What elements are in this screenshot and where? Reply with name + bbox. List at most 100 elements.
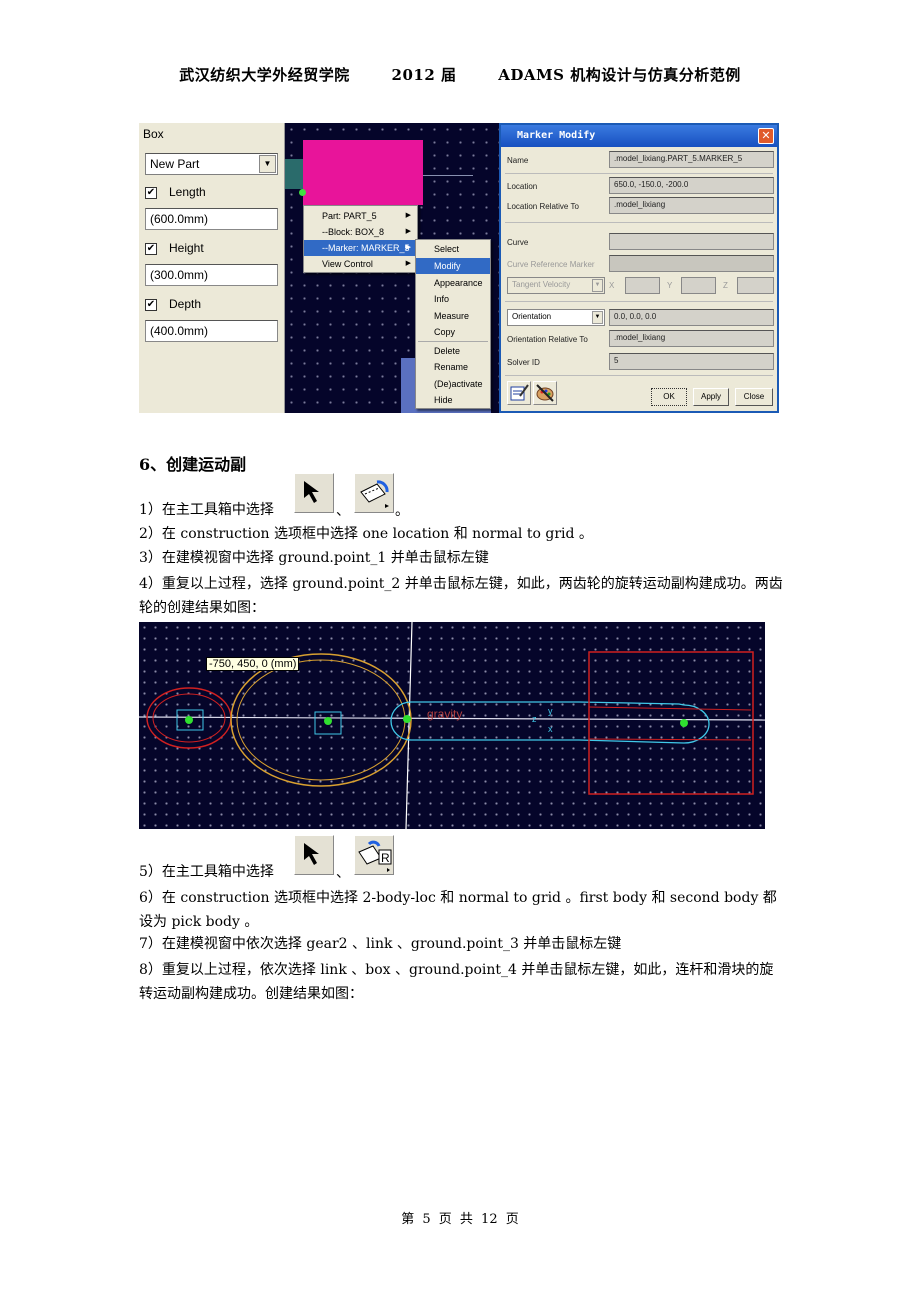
divider	[505, 173, 773, 174]
curve-reference-field	[609, 255, 774, 272]
box-panel: Box New Part ▼ ✔ Length (600.0mm) ✔ Heig…	[139, 123, 285, 413]
table-editor-icon[interactable]	[507, 381, 531, 405]
name-field[interactable]: .model_lixiang.PART_5.MARKER_5	[609, 151, 774, 168]
context-submenu: Select Modify Appearance Info Measure Co…	[415, 239, 491, 409]
revolute-joint-button[interactable]	[354, 473, 394, 513]
chevron-right-icon: ▶	[405, 260, 411, 267]
submenu-delete[interactable]: Delete	[416, 343, 490, 359]
arrow-cursor-icon	[304, 843, 319, 865]
step-4: 4）重复以上过程，选择 ground.point_2 并单击鼠标左键，如此，两齿…	[139, 576, 783, 616]
link-marker-2	[680, 719, 688, 727]
pink-box-part[interactable]	[303, 140, 423, 205]
z-label: Z	[723, 281, 728, 290]
part-dropdown-value: New Part	[150, 157, 200, 171]
depth-checkbox[interactable]: ✔	[145, 299, 157, 311]
slider-box-edge	[588, 706, 752, 711]
select-tool-button-2[interactable]	[294, 835, 334, 875]
revolute-joint-2body-button[interactable]: R	[354, 835, 394, 875]
step-1: 1）在主工具箱中选择	[139, 500, 783, 520]
chevron-right-icon: ▶	[405, 212, 411, 219]
panel-title: Box	[143, 127, 164, 141]
screenshot-gear-joints: gravity y z x -750, 450, 0 (mm)	[139, 622, 765, 829]
step-5: 5）在主工具箱中选择	[139, 862, 783, 882]
menu-item-part[interactable]: Part: PART_5 ▶	[304, 208, 417, 224]
height-field[interactable]: (300.0mm)	[145, 264, 278, 286]
length-checkbox[interactable]: ✔	[145, 187, 157, 199]
section-heading: 6、创建运动副	[139, 455, 247, 474]
solver-id-field[interactable]: 5	[609, 353, 774, 370]
apply-button[interactable]: Apply	[693, 388, 729, 406]
link-marker-1	[403, 715, 411, 723]
orientation-relative-label: Orientation Relative To	[507, 335, 588, 344]
x-field	[625, 277, 660, 294]
chevron-down-icon[interactable]: ▼	[259, 155, 276, 173]
gear2	[230, 653, 412, 787]
location-label: Location	[507, 182, 538, 191]
dialog-title: Marker Modify	[517, 130, 596, 141]
chevron-down-icon: ▼	[592, 279, 603, 292]
curve-field[interactable]	[609, 233, 774, 250]
step-5-text: 5）在主工具箱中选择	[139, 864, 274, 880]
axis-label-x: x	[548, 724, 553, 734]
submenu-appearance[interactable]: Appearance	[416, 275, 490, 291]
submenu-measure[interactable]: Measure	[416, 308, 490, 324]
page-footer: 第 5 页 共 12 页	[401, 1212, 519, 1227]
marker-dot[interactable]	[299, 189, 306, 196]
curve-reference-label: Curve Reference Marker	[507, 260, 595, 269]
page-header: 武汉纺织大学外经贸学院 2012 届 ADAMS 机构设计与仿真分析范例	[0, 64, 920, 85]
depth-label: Depth	[169, 297, 202, 311]
y-label: Y	[667, 281, 673, 290]
close-icon[interactable]: ✕	[758, 128, 774, 144]
step-3: 3）在建模视窗中选择 ground.point_1 并单击鼠标左键	[139, 550, 489, 566]
menu-item-block[interactable]: --Block: BOX_8 ▶	[304, 224, 417, 240]
tangent-velocity-select: Tangent Velocity ▼	[507, 277, 605, 294]
revolute-joint-2body-icon: R	[358, 840, 392, 872]
gear1-marker	[185, 716, 193, 724]
axis-label-z: z	[532, 714, 537, 724]
location-relative-field[interactable]: .model_lixiang	[609, 197, 774, 214]
submenu-modify[interactable]: Modify	[416, 258, 490, 274]
select-tool-button[interactable]	[294, 473, 334, 513]
y-field	[681, 277, 716, 294]
orientation-select[interactable]: Orientation ▼	[507, 309, 605, 326]
modeling-viewport[interactable]: Part: PART_5 ▶ --Block: BOX_8 ▶ --Marker: …	[285, 123, 499, 413]
height-checkbox[interactable]: ✔	[145, 243, 157, 255]
submenu-hide[interactable]: Hide	[416, 392, 490, 408]
submenu-deactivate[interactable]: (De)activate	[416, 376, 490, 392]
coordinate-tooltip: -750, 450, 0 (mm)	[206, 657, 300, 671]
location-field[interactable]: 650.0, -150.0, -200.0	[609, 177, 774, 194]
arrow-cursor-icon	[304, 481, 319, 503]
teal-part	[285, 159, 303, 189]
header-school: 武汉纺织大学外经贸学院	[179, 66, 350, 84]
menu-item-marker[interactable]: --Marker: MARKER_5 ▶	[304, 240, 417, 256]
orientation-field[interactable]: 0.0, 0.0, 0.0	[609, 309, 774, 326]
menu-item-view-control[interactable]: View Control ▶	[304, 256, 417, 272]
appearance-palette-icon[interactable]	[533, 381, 557, 405]
svg-text:R: R	[381, 851, 390, 865]
ok-button[interactable]: OK	[651, 388, 687, 406]
gravity-label: gravity	[427, 707, 462, 721]
name-label: Name	[507, 156, 529, 165]
divider	[505, 222, 773, 223]
part-dropdown[interactable]: New Part ▼	[145, 153, 278, 175]
submenu-copy[interactable]: Copy	[416, 324, 490, 340]
chevron-down-icon: ▼	[592, 311, 603, 324]
step-7: 7）在建模视窗中依次选择 gear2 、link 、ground.point_3…	[139, 936, 622, 952]
close-button[interactable]: Close	[735, 388, 773, 406]
length-field[interactable]: (600.0mm)	[145, 208, 278, 230]
marker-modify-dialog: Marker Modify ✕ Name .model_lixiang.PART…	[499, 123, 779, 413]
z-field	[737, 277, 774, 294]
separator: 、	[336, 503, 350, 519]
length-label: Length	[169, 185, 206, 199]
submenu-rename[interactable]: Rename	[416, 359, 490, 375]
context-menu: Part: PART_5 ▶ --Block: BOX_8 ▶ --Marker: …	[303, 205, 418, 273]
solver-id-label: Solver ID	[507, 358, 540, 367]
step-6: 6）在 construction 选项框中选择 2-body-loc 和 nor…	[139, 890, 777, 930]
depth-field[interactable]: (400.0mm)	[145, 320, 278, 342]
submenu-info[interactable]: Info	[416, 291, 490, 307]
submenu-select[interactable]: Select	[416, 241, 490, 257]
step-2: 2）在 construction 选项框中选择 one location 和 n…	[139, 526, 593, 542]
orientation-relative-field[interactable]: .model_lixiang	[609, 330, 774, 347]
axis-line	[423, 175, 473, 176]
x-label: X	[609, 281, 615, 290]
